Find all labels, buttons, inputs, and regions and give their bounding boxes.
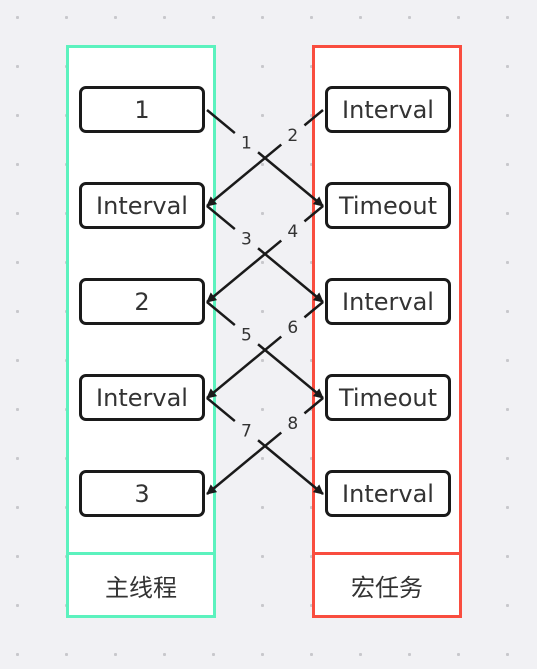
arrow-line [257,151,324,207]
arrow-line [303,301,324,319]
arrow-line [206,301,236,327]
arrow-line [206,109,236,135]
arrow-line [257,343,324,399]
arrow-label: 6 [287,318,298,338]
arrow-line [303,109,324,127]
arrow-line [206,239,283,303]
arrow-label: 2 [287,126,298,146]
arrow-line [303,205,324,223]
arrow-label: 3 [241,230,252,250]
arrow-line [257,247,324,303]
arrow-line [257,439,324,495]
arrow-line [206,397,236,423]
arrow-line [206,143,283,207]
arrow-line [206,335,283,399]
arrow-label: 5 [241,326,252,346]
arrows-layer: 1 2 3 4 5 6 7 8 [206,109,324,495]
arrow-label: 4 [287,222,298,242]
arrow-label: 7 [241,422,252,442]
arrow-line [206,205,236,231]
arrow-line [206,431,283,495]
arrow-label: 8 [287,414,298,434]
arrow-label: 1 [241,134,252,154]
arrow-line [303,397,324,415]
